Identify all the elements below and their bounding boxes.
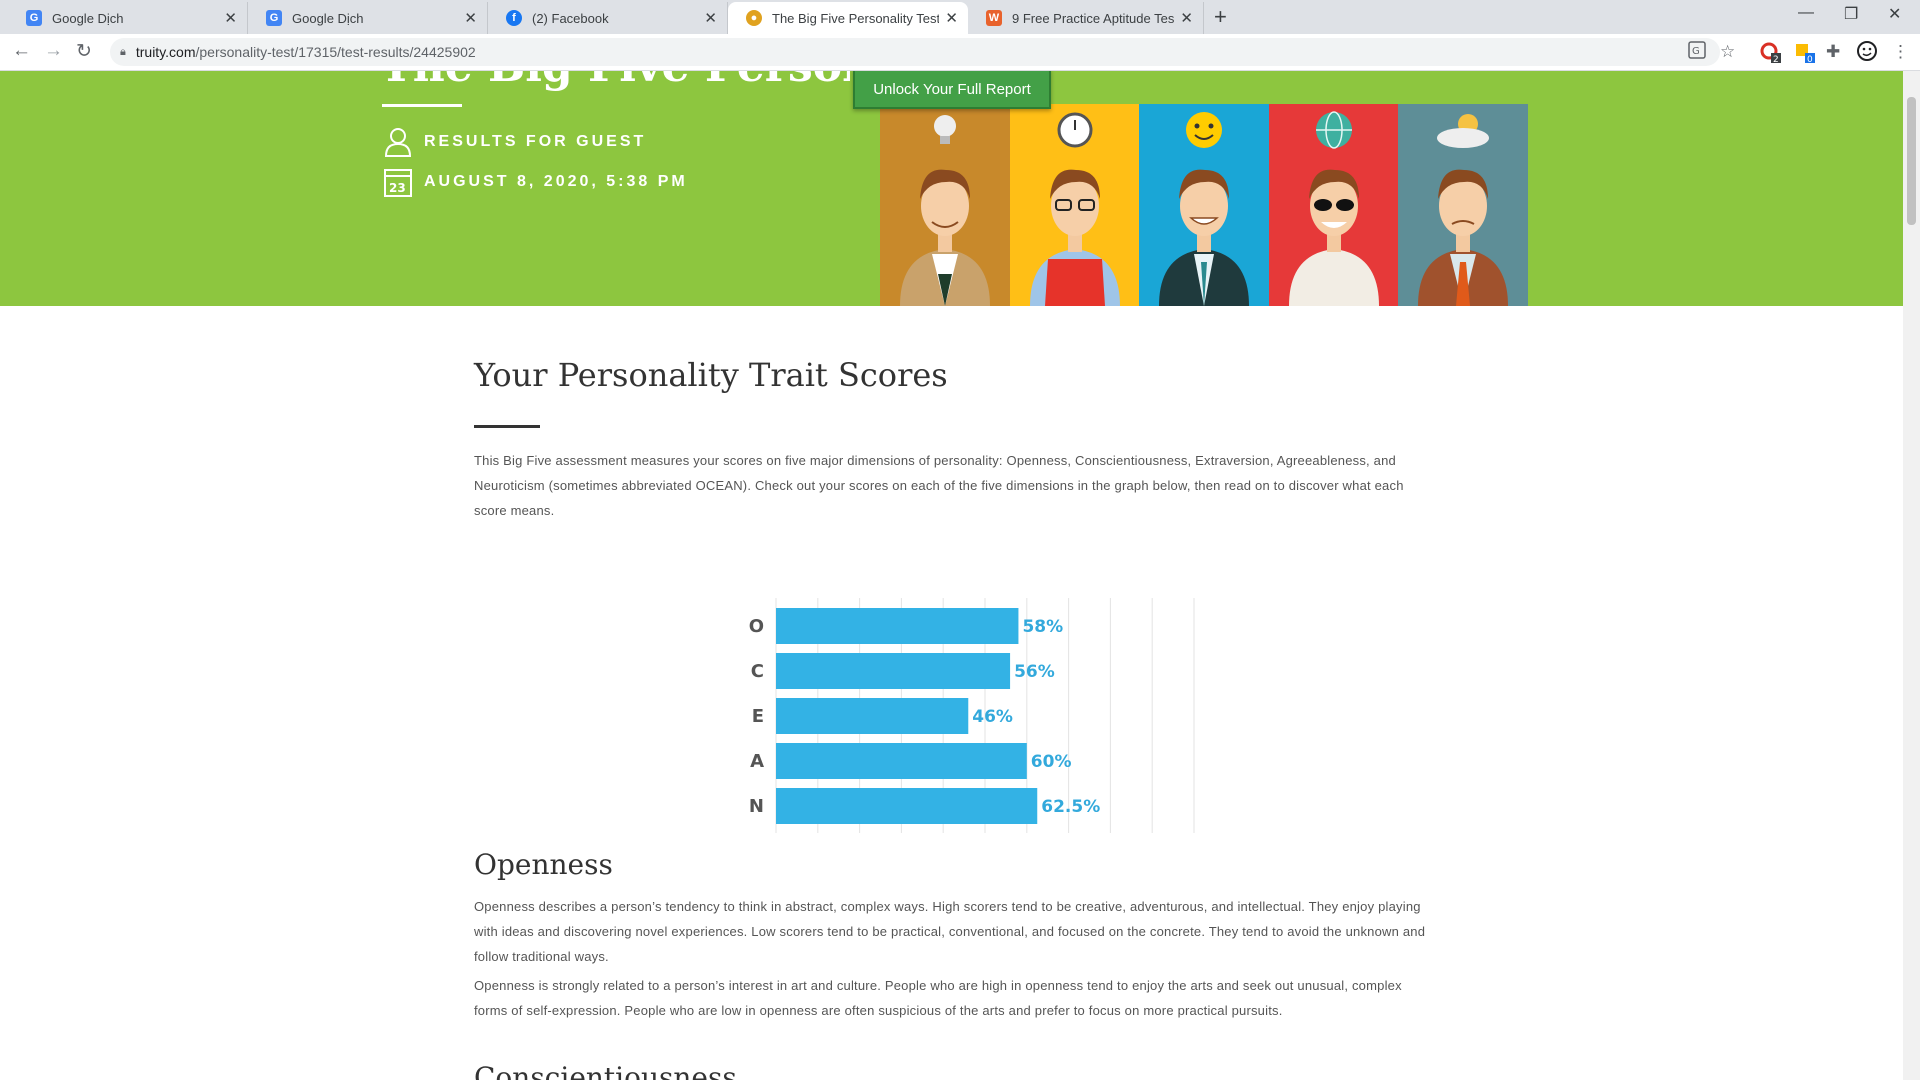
value-label: 58% <box>1022 617 1063 637</box>
unlock-full-report-button[interactable]: Unlock Your Full Report <box>853 71 1051 109</box>
user-icon <box>384 128 412 157</box>
bar-o <box>776 608 1019 644</box>
minimize-icon[interactable]: — <box>1798 4 1814 22</box>
url-host: truity.com <box>135 44 196 60</box>
page-scrollbar[interactable] <box>1903 71 1920 1080</box>
openness-heading: Openness <box>474 848 613 881</box>
restore-icon[interactable]: ❐ <box>1844 4 1858 24</box>
extraversion-panel <box>1139 104 1269 306</box>
close-icon[interactable]: ✕ <box>704 9 717 27</box>
google-translate-icon: G <box>266 10 282 26</box>
value-label: 46% <box>972 707 1013 727</box>
openness-panel <box>880 104 1010 306</box>
results-for-text: RESULTS FOR GUEST <box>424 133 647 150</box>
extension-badge: 2 <box>1773 55 1779 64</box>
category-label: E <box>752 706 764 727</box>
bar-n <box>776 788 1038 824</box>
close-icon[interactable]: ✕ <box>224 9 237 27</box>
hero-banner: The Big Five Personality RESULTS FOR GUE… <box>0 71 1903 306</box>
personality-illustration <box>880 104 1528 306</box>
value-label: 60% <box>1031 752 1072 772</box>
value-label: 62.5% <box>1041 797 1100 817</box>
category-label: N <box>749 796 764 817</box>
scrollbar-thumb[interactable] <box>1907 97 1916 225</box>
cloud-sun-icon <box>1437 114 1490 148</box>
result-date: AUGUST 8, 2020, 5:38 PM <box>424 173 688 190</box>
tab-title: 9 Free Practice Aptitude Tests: Ta <box>1012 10 1175 26</box>
w-icon: W <box>986 10 1002 26</box>
tab-google-translate-2[interactable]: G Google Dịch ✕ <box>248 2 488 34</box>
forward-icon[interactable]: → <box>44 40 63 62</box>
agreeableness-panel <box>1268 104 1399 306</box>
calendar-icon: 23 <box>384 168 412 197</box>
tab-title: Google Dịch <box>52 10 124 26</box>
extensions-puzzle-icon[interactable]: ✚ <box>1826 42 1840 62</box>
new-tab-button[interactable]: + <box>1214 4 1227 30</box>
heading-underline <box>474 425 540 428</box>
value-label: 56% <box>1014 662 1055 682</box>
category-label: C <box>751 661 764 682</box>
bookmark-star-icon[interactable]: ☆ <box>1720 42 1735 62</box>
facebook-icon: f <box>506 10 522 26</box>
close-window-icon[interactable]: ✕ <box>1888 4 1901 24</box>
smiley-icon <box>1186 112 1223 148</box>
browser-toolbar: ← → ↻ 🔒︎ truity.com /personality-test/17… <box>0 34 1920 71</box>
reload-icon[interactable]: ↻ <box>76 40 92 63</box>
tab-truity[interactable]: ● The Big Five Personality Test | Tru ✕ <box>728 2 968 34</box>
tab-google-translate-1[interactable]: G Google Dịch ✕ <box>8 2 248 34</box>
category-label: O <box>749 616 764 637</box>
tab-title: The Big Five Personality Test | Tru <box>772 10 940 26</box>
openness-paragraph-2: Openness is strongly related to a person… <box>474 978 1402 1018</box>
extension-red-icon[interactable]: 2 <box>1760 42 1782 69</box>
extension-badge: 0 <box>1807 55 1813 64</box>
tab-aptitude-tests[interactable]: W 9 Free Practice Aptitude Tests: Ta ✕ <box>968 2 1204 34</box>
bar-e <box>776 698 969 734</box>
close-icon[interactable]: ✕ <box>1180 9 1193 27</box>
address-bar[interactable]: 🔒︎ truity.com /personality-test/17315/te… <box>110 38 1720 66</box>
intro-paragraph: This Big Five assessment measures your s… <box>474 453 1404 518</box>
tab-title: Google Dịch <box>292 10 364 26</box>
bar-c <box>776 653 1011 689</box>
lightbulb-icon <box>934 115 956 144</box>
truity-icon: ● <box>746 10 762 26</box>
close-icon[interactable]: ✕ <box>945 9 958 27</box>
trait-scores-heading: Your Personality Trait Scores <box>474 356 948 394</box>
tab-strip: G Google Dịch ✕ G Google Dịch ✕ f (2) Fa… <box>0 0 1920 34</box>
neuroticism-panel <box>1398 104 1528 306</box>
trait-score-chart: OCEAN 58%56%46%60%62.5% 0102030405060708… <box>749 598 1195 833</box>
back-icon[interactable]: ← <box>12 40 31 62</box>
chart-value-labels: 58% 56% 46% 60% 62.5% <box>972 617 1100 817</box>
hero-title-underline <box>382 104 462 107</box>
url-path: /personality-test/17315/test-results/244… <box>195 44 476 60</box>
google-translate-icon: G <box>26 10 42 26</box>
conscientiousness-panel <box>1009 104 1140 306</box>
menu-kebab-icon[interactable]: ⋮ <box>1892 42 1909 62</box>
hero-title: The Big Five Personality <box>380 71 850 92</box>
openness-paragraph-1: Openness describes a person’s tendency t… <box>474 899 1426 964</box>
translate-page-icon[interactable]: G <box>1688 41 1706 64</box>
bar-a <box>776 743 1027 779</box>
stopwatch-icon <box>1057 112 1093 148</box>
conscientiousness-heading: Conscientiousness <box>474 1061 737 1080</box>
results-for-line: RESULTS FOR GUEST <box>384 128 647 157</box>
globe-icon <box>1315 111 1352 149</box>
close-icon[interactable]: ✕ <box>464 9 477 27</box>
svg-text:G: G <box>1692 46 1700 57</box>
page-viewport: The Big Five Personality RESULTS FOR GUE… <box>0 71 1903 1080</box>
tab-facebook[interactable]: f (2) Facebook ✕ <box>488 2 728 34</box>
profile-avatar-icon[interactable] <box>1856 40 1878 67</box>
tab-title: (2) Facebook <box>532 10 609 26</box>
date-line: 23 AUGUST 8, 2020, 5:38 PM <box>384 168 688 197</box>
extension-yellow-icon[interactable]: 0 <box>1794 42 1816 69</box>
lock-icon[interactable]: 🔒︎ <box>120 46 126 59</box>
calendar-day: 23 <box>389 181 406 195</box>
category-label: A <box>750 751 764 772</box>
chart-category-labels: O C E A N <box>749 616 764 817</box>
